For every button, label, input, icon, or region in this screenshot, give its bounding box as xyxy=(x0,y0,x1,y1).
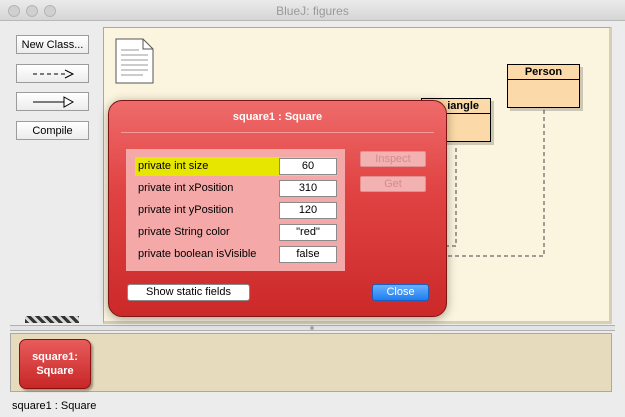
field-label: private int xPosition xyxy=(138,182,234,194)
show-static-fields-button[interactable]: Show static fields xyxy=(127,284,250,301)
field-row[interactable]: private boolean isVisible false xyxy=(135,245,337,264)
field-label: private int size xyxy=(138,160,209,172)
field-label: private int yPosition xyxy=(138,204,234,216)
window-titlebar: BlueJ: figures xyxy=(0,0,625,21)
field-row[interactable]: private String color "red" xyxy=(135,223,337,242)
field-value: 120 xyxy=(279,202,337,219)
fields-list: private int size 60 private int xPositio… xyxy=(126,149,345,271)
field-row[interactable]: private int xPosition 310 xyxy=(135,179,337,198)
new-class-button[interactable]: New Class... xyxy=(16,35,89,54)
object-square1[interactable]: square1: Square xyxy=(19,339,91,389)
progress-indicator xyxy=(25,316,79,323)
field-row[interactable]: private int size 60 xyxy=(135,157,337,176)
object-name: square1: xyxy=(32,351,78,363)
class-person[interactable]: Person xyxy=(507,64,580,108)
object-class: Square xyxy=(36,365,74,377)
field-value: 310 xyxy=(279,180,337,197)
compile-button[interactable]: Compile xyxy=(16,121,89,140)
inspector-divider xyxy=(121,132,434,133)
inheritance-arrow-button[interactable] xyxy=(16,92,89,111)
field-label: private String color xyxy=(138,226,230,238)
object-inspector-dialog: square1 : Square private int size 60 pri… xyxy=(108,100,447,317)
inspect-button[interactable]: Inspect xyxy=(360,151,426,167)
field-value: "red" xyxy=(279,224,337,241)
get-button[interactable]: Get xyxy=(360,176,426,192)
dashed-arrow-icon xyxy=(32,69,74,78)
dependency-arrow-button[interactable] xyxy=(16,64,89,83)
object-bench[interactable]: square1: Square xyxy=(10,333,612,392)
hollow-arrow-icon xyxy=(32,95,74,108)
close-button[interactable]: Close xyxy=(372,284,429,301)
splitter-grip-icon[interactable] xyxy=(310,326,314,330)
field-value: false xyxy=(279,246,337,263)
field-row[interactable]: private int yPosition 120 xyxy=(135,201,337,220)
field-label: private boolean isVisible xyxy=(138,248,257,260)
inspector-title: square1 : Square xyxy=(232,111,323,123)
status-bar: square1 : Square xyxy=(12,400,97,412)
window-title: BlueJ: figures xyxy=(276,4,349,18)
field-value: 60 xyxy=(279,158,337,175)
class-person-name: Person xyxy=(508,65,579,80)
